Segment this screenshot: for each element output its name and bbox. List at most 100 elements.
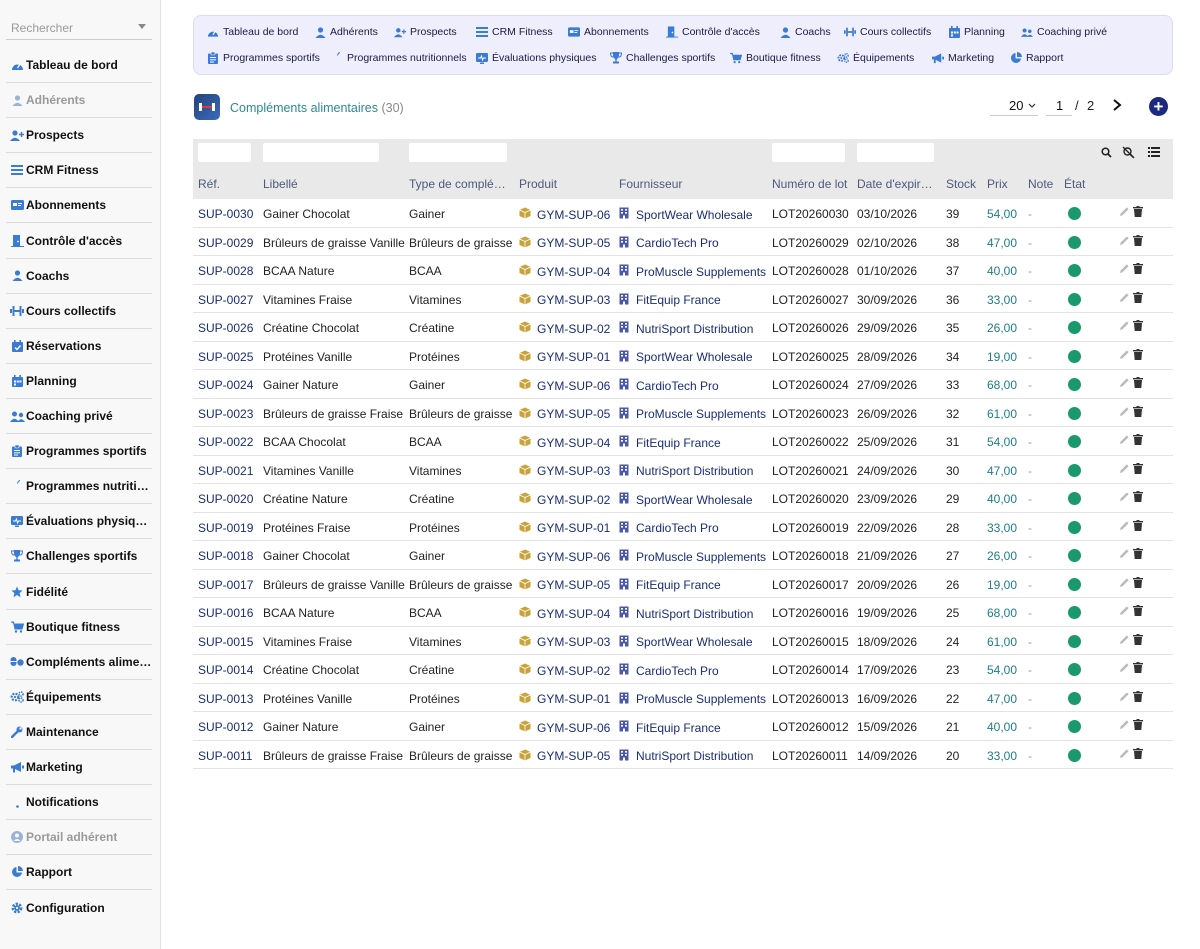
- ref-link[interactable]: SUP-0015: [198, 635, 253, 649]
- product-link[interactable]: GYM-SUP-01: [519, 350, 610, 365]
- edit-icon[interactable]: [1119, 577, 1130, 588]
- sidebar-item-user-circle[interactable]: Portail adhérent: [6, 820, 152, 856]
- supplier-link[interactable]: NutriSport Distribution: [619, 749, 753, 764]
- filter-libelle-input[interactable]: [263, 143, 379, 162]
- table-row[interactable]: SUP-0013 Protéines Vanille Protéines GYM-SU…: [193, 684, 1173, 712]
- column-list-icon[interactable]: [1148, 147, 1160, 157]
- trash-icon[interactable]: [1133, 206, 1143, 217]
- product-link[interactable]: GYM-SUP-04: [519, 435, 610, 450]
- topnav-item-cart[interactable]: Boutique fitness: [730, 51, 821, 65]
- product-link[interactable]: GYM-SUP-06: [519, 549, 610, 564]
- sidebar-item-pills[interactable]: Compléments alimentaires: [6, 645, 152, 680]
- ref-link[interactable]: SUP-0026: [198, 321, 253, 335]
- supplier-link[interactable]: ProMuscle Supplements: [619, 692, 766, 707]
- sidebar-item-users[interactable]: Coaching privé: [6, 399, 152, 434]
- edit-icon[interactable]: [1119, 263, 1130, 274]
- page-input[interactable]: 1: [1046, 96, 1072, 116]
- edit-icon[interactable]: [1119, 206, 1130, 217]
- ref-link[interactable]: SUP-0030: [198, 207, 253, 221]
- product-link[interactable]: GYM-SUP-03: [519, 293, 610, 308]
- trash-icon[interactable]: [1133, 377, 1143, 388]
- ref-link[interactable]: SUP-0025: [198, 350, 253, 364]
- sidebar-item-pie-chart[interactable]: Rapport: [6, 855, 152, 891]
- trash-icon[interactable]: [1133, 291, 1143, 303]
- product-link[interactable]: GYM-SUP-05: [519, 236, 610, 251]
- chevron-down-icon[interactable]: [138, 24, 146, 29]
- ref-link[interactable]: SUP-0028: [198, 264, 253, 278]
- topnav-item-cogs[interactable]: Équipements: [837, 51, 914, 65]
- product-link[interactable]: GYM-SUP-01: [519, 521, 610, 536]
- ref-link[interactable]: SUP-0017: [198, 578, 253, 592]
- topnav-item-user[interactable]: Adhérents: [314, 25, 378, 39]
- topnav-item-trophy[interactable]: Challenges sportifs: [610, 51, 715, 65]
- edit-icon[interactable]: [1119, 349, 1130, 360]
- supplier-link[interactable]: CardioTech Pro: [619, 663, 719, 678]
- ref-link[interactable]: SUP-0011: [198, 749, 252, 763]
- column-header-prix[interactable]: Prix: [987, 177, 1008, 191]
- ref-link[interactable]: SUP-0013: [198, 692, 253, 706]
- product-link[interactable]: GYM-SUP-03: [519, 464, 610, 479]
- clear-filter-icon[interactable]: [1122, 146, 1135, 159]
- trash-icon[interactable]: [1133, 234, 1143, 246]
- ref-link[interactable]: SUP-0024: [198, 378, 253, 392]
- topnav-item-users[interactable]: Coaching privé: [1021, 25, 1107, 39]
- search-icon[interactable]: [1101, 147, 1112, 158]
- trash-icon[interactable]: [1133, 405, 1143, 417]
- table-row[interactable]: SUP-0026 Créatine Chocolat Créatine GYM-SUP…: [193, 313, 1173, 342]
- ref-link[interactable]: SUP-0027: [198, 293, 253, 307]
- edit-icon[interactable]: [1119, 434, 1130, 445]
- table-row[interactable]: SUP-0019 Protéines Fraise Protéines GYM-SUP…: [193, 513, 1173, 541]
- ref-link[interactable]: SUP-0022: [198, 435, 253, 449]
- edit-icon[interactable]: [1119, 292, 1130, 303]
- sidebar-item-user-plus[interactable]: Prospects: [6, 118, 152, 154]
- topnav-item-user-plus[interactable]: Prospects: [394, 25, 457, 39]
- topnav-item-pie-chart[interactable]: Rapport: [1010, 51, 1063, 65]
- supplier-link[interactable]: SportWear Wholesale: [619, 207, 753, 222]
- topnav-item-clipboard[interactable]: Programmes sportifs: [207, 51, 320, 65]
- ref-link[interactable]: SUP-0029: [198, 236, 253, 250]
- product-link[interactable]: GYM-SUP-02: [519, 321, 610, 336]
- topnav-item-calendar[interactable]: Planning: [948, 25, 1005, 39]
- edit-icon[interactable]: [1119, 491, 1130, 502]
- product-link[interactable]: GYM-SUP-05: [519, 749, 610, 764]
- edit-icon[interactable]: [1119, 406, 1130, 417]
- trash-icon[interactable]: [1133, 263, 1143, 274]
- sidebar-item-list[interactable]: CRM Fitness: [6, 153, 152, 189]
- table-row[interactable]: SUP-0028 BCAA Nature BCAA GYM-SUP-04 ProMusc…: [193, 256, 1173, 285]
- topnav-item-list[interactable]: CRM Fitness: [476, 25, 553, 39]
- trash-icon[interactable]: [1133, 548, 1143, 559]
- product-link[interactable]: GYM-SUP-03: [519, 635, 610, 650]
- table-row[interactable]: SUP-0018 Gainer Chocolat Gainer GYM-SUP-06 P…: [193, 541, 1173, 570]
- column-header-libelle[interactable]: Libellé: [263, 177, 298, 191]
- table-row[interactable]: SUP-0030 Gainer Chocolat Gainer GYM-SUP-06 S…: [193, 199, 1173, 228]
- product-link[interactable]: GYM-SUP-06: [519, 720, 610, 735]
- topnav-item-card[interactable]: Abonnements: [568, 25, 649, 39]
- product-link[interactable]: GYM-SUP-05: [519, 578, 610, 593]
- table-row[interactable]: SUP-0024 Gainer Nature Gainer GYM-SUP-06 Car…: [193, 370, 1173, 399]
- edit-icon[interactable]: [1119, 320, 1130, 331]
- table-row[interactable]: SUP-0012 Gainer Nature Gainer GYM-SUP-06 Fit…: [193, 712, 1173, 741]
- supplier-link[interactable]: FitEquip France: [619, 293, 721, 308]
- sidebar-item-door[interactable]: Contrôle d'accès: [6, 224, 152, 259]
- ref-link[interactable]: SUP-0019: [198, 521, 253, 535]
- table-row[interactable]: SUP-0014 Créatine Chocolat Créatine GYM-SUP…: [193, 655, 1173, 684]
- sidebar-item-cart[interactable]: Boutique fitness: [6, 610, 152, 645]
- ref-link[interactable]: SUP-0016: [198, 606, 253, 620]
- column-header-etat[interactable]: État: [1064, 177, 1085, 191]
- edit-icon[interactable]: [1119, 719, 1130, 730]
- trash-icon[interactable]: [1133, 605, 1143, 616]
- table-row[interactable]: SUP-0027 Vitamines Fraise Vitamines GYM-SUP…: [193, 285, 1173, 313]
- table-row[interactable]: SUP-0022 BCAA Chocolat BCAA GYM-SUP-04 FitEq…: [193, 427, 1173, 456]
- edit-icon[interactable]: [1119, 548, 1130, 559]
- topnav-item-user[interactable]: Coachs: [779, 25, 831, 39]
- supplier-link[interactable]: NutriSport Distribution: [619, 606, 753, 621]
- supplier-link[interactable]: FitEquip France: [619, 720, 721, 735]
- table-row[interactable]: SUP-0025 Protéines Vanille Protéines GYM-SU…: [193, 342, 1173, 370]
- sidebar-item-star[interactable]: Fidélité: [6, 575, 152, 610]
- supplier-link[interactable]: NutriSport Distribution: [619, 321, 753, 336]
- topnav-item-dashboard[interactable]: Tableau de bord: [207, 25, 298, 39]
- sidebar-item-dashboard[interactable]: Tableau de bord: [6, 48, 152, 83]
- supplier-link[interactable]: SportWear Wholesale: [619, 350, 753, 365]
- edit-icon[interactable]: [1119, 691, 1130, 702]
- trash-icon[interactable]: [1133, 633, 1143, 645]
